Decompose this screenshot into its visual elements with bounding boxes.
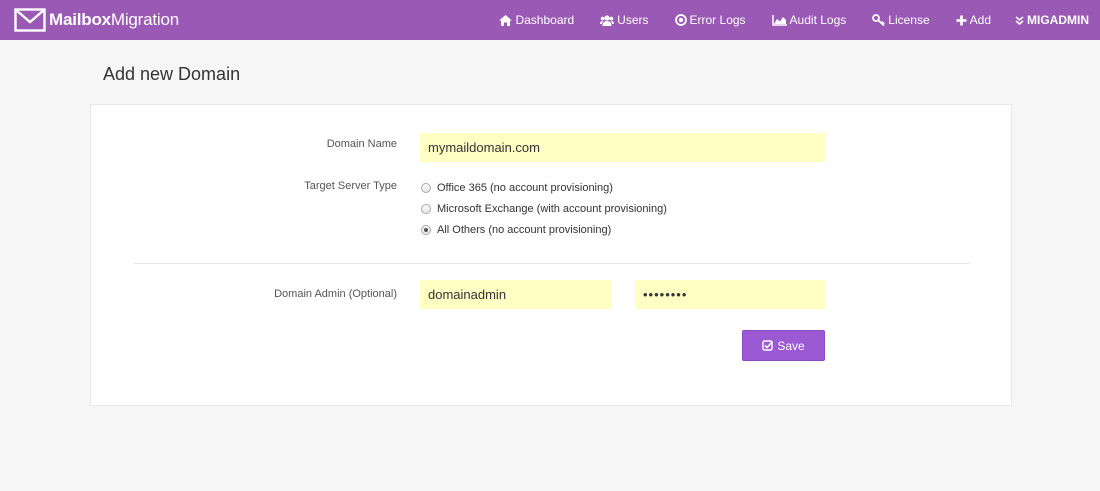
- save-button-label: Save: [777, 338, 805, 353]
- nav-dashboard-label: Dashboard: [515, 13, 575, 27]
- brand-logo[interactable]: MailboxMigration: [14, 7, 179, 33]
- key-icon: [872, 14, 886, 26]
- domain-admin-password-input[interactable]: [635, 280, 826, 309]
- radio-exchange-button[interactable]: [421, 204, 431, 214]
- user-menu[interactable]: MIGADMIN: [1015, 13, 1089, 27]
- nav-license-label: License: [888, 13, 930, 27]
- nav-license[interactable]: License: [872, 13, 930, 27]
- radio-all-others-button[interactable]: [421, 225, 431, 235]
- brand-name-rest: Migration: [110, 10, 180, 29]
- domain-name-input[interactable]: [420, 133, 826, 162]
- nav-error-logs-label: Error Logs: [689, 13, 746, 27]
- radio-all-others-label: All Others (no account provisioning): [437, 224, 612, 236]
- domain-admin-username-input[interactable]: [420, 280, 611, 309]
- radio-office365-button[interactable]: [421, 183, 431, 193]
- brand-name: MailboxMigration: [49, 7, 179, 33]
- target-server-type-label: Target Server Type: [304, 180, 397, 192]
- radio-office365[interactable]: Office 365 (no account provisioning): [421, 182, 613, 194]
- nav-users-label: Users: [617, 13, 649, 27]
- save-button[interactable]: Save: [742, 330, 825, 361]
- radio-exchange[interactable]: Microsoft Exchange (with account provisi…: [421, 203, 667, 215]
- domain-admin-label: Domain Admin (Optional): [274, 288, 397, 300]
- nav-dashboard[interactable]: Dashboard: [499, 13, 574, 27]
- main-nav: Dashboard Users Error Logs Audit Logs Li…: [499, 0, 1089, 40]
- nav-audit-logs[interactable]: Audit Logs: [771, 13, 847, 27]
- error-circle-icon: [674, 14, 687, 26]
- radio-office365-label: Office 365 (no account provisioning): [437, 182, 613, 194]
- nav-audit-logs-label: Audit Logs: [789, 13, 847, 27]
- check-square-icon: [762, 340, 774, 351]
- nav-add[interactable]: Add: [956, 13, 991, 27]
- area-chart-icon: [771, 14, 787, 26]
- radio-exchange-label: Microsoft Exchange (with account provisi…: [437, 203, 667, 215]
- envelope-icon: [14, 8, 46, 32]
- form-divider: [134, 263, 969, 264]
- nav-error-logs[interactable]: Error Logs: [674, 13, 746, 27]
- navbar: MailboxMigration Dashboard Users Error L…: [0, 0, 1100, 40]
- radio-all-others[interactable]: All Others (no account provisioning): [421, 224, 611, 236]
- page-title: Add new Domain: [103, 64, 241, 84]
- nav-add-label: Add: [969, 13, 991, 27]
- user-menu-label: MIGADMIN: [1027, 13, 1089, 27]
- double-chevron-down-icon: [1015, 15, 1024, 25]
- home-icon: [499, 14, 513, 26]
- domain-form-card: Domain Name Target Server Type Office 36…: [90, 104, 1012, 406]
- nav-users[interactable]: Users: [600, 13, 649, 27]
- brand-name-bold: Mailbox: [49, 10, 111, 29]
- plus-icon: [956, 15, 967, 26]
- domain-name-label: Domain Name: [326, 138, 397, 150]
- users-icon: [600, 14, 615, 26]
